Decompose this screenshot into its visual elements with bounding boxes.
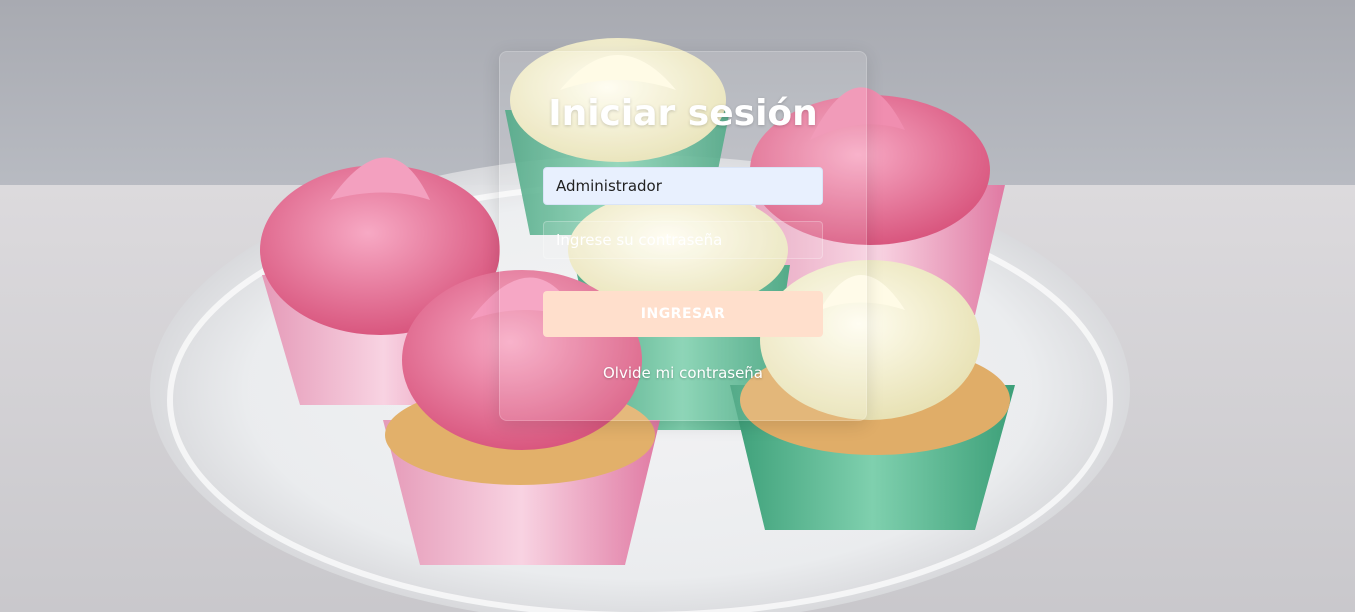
password-input[interactable] — [543, 221, 823, 259]
username-input[interactable] — [543, 167, 823, 205]
login-button[interactable]: INGRESAR — [543, 291, 823, 337]
login-card: Iniciar sesión INGRESAR Olvide mi contra… — [499, 51, 867, 421]
forgot-password-link[interactable]: Olvide mi contraseña — [500, 364, 866, 382]
page-title: Iniciar sesión — [548, 93, 818, 134]
